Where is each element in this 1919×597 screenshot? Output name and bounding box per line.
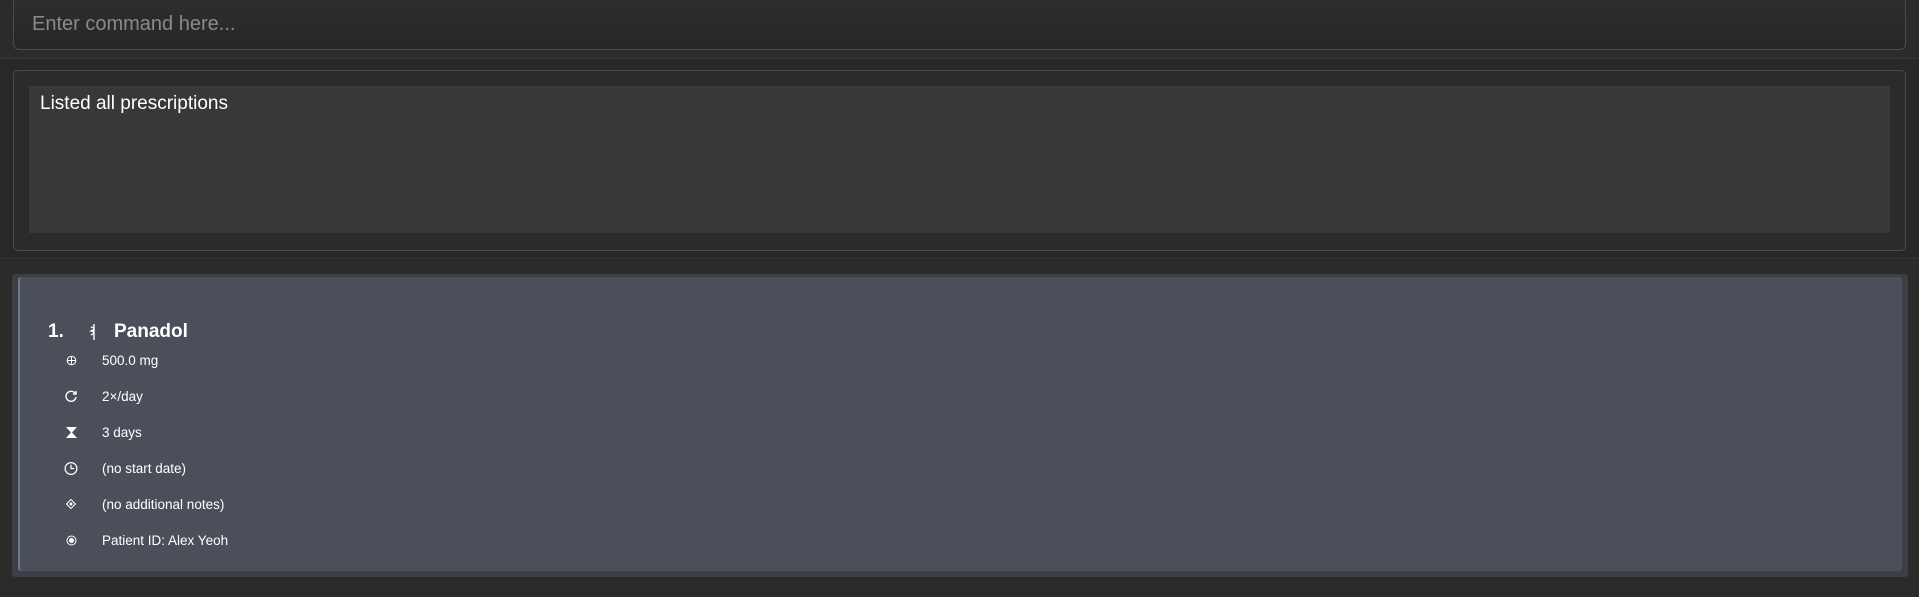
dot-circle-icon xyxy=(64,533,78,547)
prescription-card[interactable]: 1. Panadol 500.0 mg 2×/day 3 days (no st… xyxy=(18,277,1902,571)
start-date-text: (no start date) xyxy=(102,460,187,476)
hourglass-icon xyxy=(64,425,78,439)
frequency-row: 2×/day xyxy=(48,385,143,407)
prescription-index: 1. xyxy=(48,321,64,342)
duration-text: 3 days xyxy=(102,424,142,440)
prescription-name: Panadol xyxy=(114,321,188,342)
clock-icon xyxy=(64,461,78,475)
rx-symbol-icon xyxy=(86,322,102,342)
prescription-card-header: 1. Panadol xyxy=(48,321,188,343)
prescription-list[interactable]: 1. Panadol 500.0 mg 2×/day 3 days (no st… xyxy=(12,274,1908,577)
command-input[interactable] xyxy=(13,0,1906,50)
notes-text: (no additional notes) xyxy=(102,496,225,512)
patient-row: Patient ID: Alex Yeoh xyxy=(48,529,228,551)
command-pane xyxy=(0,0,1919,59)
prescription-list-pane: 1. Panadol 500.0 mg 2×/day 3 days (no st… xyxy=(0,260,1919,597)
notes-row: (no additional notes) xyxy=(48,493,224,515)
patient-text: Patient ID: Alex Yeoh xyxy=(102,532,229,548)
repeat-arrow-icon xyxy=(64,389,78,403)
dosage-row: 500.0 mg xyxy=(48,349,158,371)
frequency-text: 2×/day xyxy=(102,388,143,404)
result-pane: Listed all prescriptions xyxy=(0,59,1919,259)
diamond-icon xyxy=(64,497,78,511)
result-display-frame: Listed all prescriptions xyxy=(13,70,1906,251)
duration-row: 3 days xyxy=(48,421,142,443)
result-display[interactable]: Listed all prescriptions xyxy=(29,86,1890,233)
dosage-text: 500.0 mg xyxy=(102,352,159,368)
crosshair-circle-icon xyxy=(64,353,78,367)
start-date-row: (no start date) xyxy=(48,457,186,479)
